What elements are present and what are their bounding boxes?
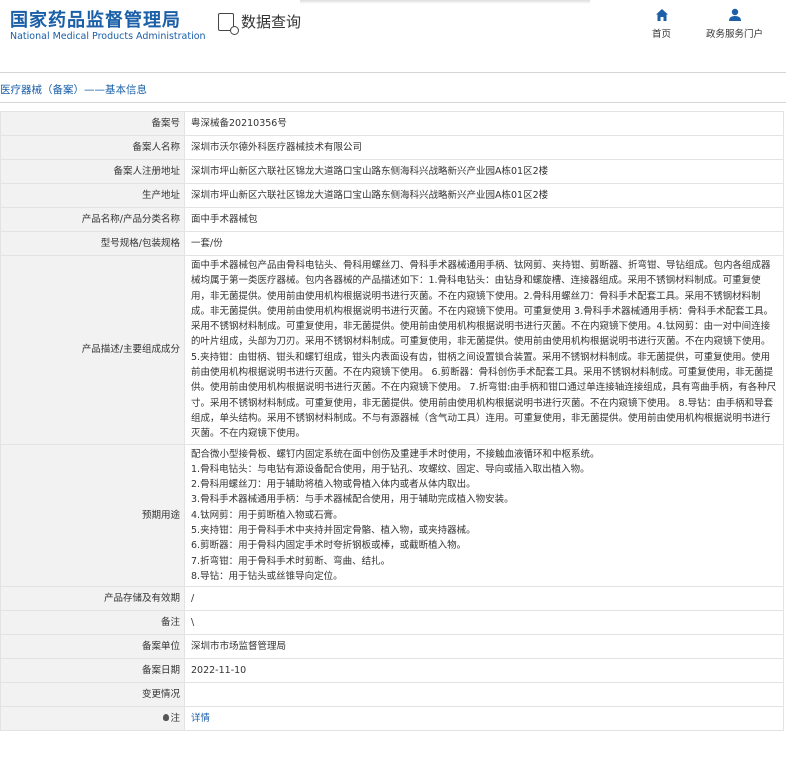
logo-subtitle: National Medical Products Administration (10, 31, 206, 42)
table-row: 变更情况 (0, 682, 784, 708)
table-row: 预期用途 配合微小型接骨板、螺钉内固定系统在面中创伤及重建手术时使用，不接触血液… (0, 443, 784, 588)
row-label: 产品名称/产品分类名称 (0, 207, 185, 232)
row-label: 备案号 (0, 111, 185, 136)
row-value: 2022-11-10 (184, 658, 784, 684)
data-query-title: 数据查询 (218, 11, 302, 35)
row-label: 备案人名称 (0, 135, 185, 160)
table-row: 备案人注册地址 深圳市坪山新区六联社区锦龙大道路口宝山路东侧海科兴战略新兴产业园… (0, 159, 784, 184)
nav-home-label: 首页 (652, 29, 672, 40)
intended-use-line: 5.夹持钳：用于骨科手术中夹持并固定骨骼、植入物，或夹持器械。 (191, 525, 476, 537)
intended-use-line: 4.钛网剪：用于剪断植入物或石膏。 (191, 509, 343, 521)
nav-portal-label: 政务服务门户 (706, 29, 764, 40)
record-detail-table: 备案号 粤深械备20210356号 备案人名称 深圳市沃尔德外科医疗器械技术有限… (0, 111, 784, 732)
row-label: 备案人注册地址 (0, 159, 185, 184)
breadcrumb: 医疗器械（备案）——基本信息 (0, 84, 147, 96)
intended-use-line: 8.导钻：用于钻头或丝锥导向定位。 (191, 570, 343, 582)
row-label: 产品描述/主要组成成分 (0, 255, 185, 445)
table-row: 备注 \ (0, 610, 784, 636)
lightbulb-icon (163, 714, 170, 722)
intended-use-line: 6.剪断器：用于骨科内固定手术时夸折钢板或棒，或截断植入物。 (191, 540, 467, 552)
search-document-icon (218, 12, 239, 35)
row-label: 备案日期 (0, 658, 185, 684)
table-row: 产品名称/产品分类名称 面中手术器械包 (0, 207, 784, 232)
row-value: 深圳市市场监督管理局 (184, 634, 784, 660)
table-row: 备案日期 2022-11-10 (0, 658, 784, 684)
row-value: / (184, 586, 784, 612)
intended-use-line: 1.骨科电钻头：与电钻有源设备配合使用，用于钻孔、攻螺纹、固定、导向或插入取出植… (191, 463, 590, 475)
row-label: 备案单位 (0, 634, 185, 660)
intended-use-line: 7.折弯钳：用于骨科手术时剪断、弯曲、结扎。 (191, 555, 391, 567)
row-value (184, 682, 784, 708)
row-label: 产品存储及有效期 (0, 586, 185, 612)
table-row: 型号规格/包装规格 一套/份 (0, 231, 784, 256)
row-value: 面中手术器械包产品由骨科电钻头、骨科用螺丝刀、骨科手术器械通用手柄、钛网剪、夹持… (184, 255, 784, 445)
site-header: 国家药品监督管理局 National Medical Products Admi… (0, 0, 786, 58)
user-icon (706, 8, 763, 26)
intended-use-line: 配合微小型接骨板、螺钉内固定系统在面中创伤及重建手术时使用，不接触血液循环和中枢… (191, 448, 600, 460)
row-value: 深圳市沃尔德外科医疗器械技术有限公司 (184, 135, 784, 160)
row-value: \ (184, 610, 784, 636)
intended-use-line: 2.骨科用螺丝刀：用于辅助将植入物或骨植入体内或者从体内取出。 (191, 479, 476, 491)
row-label: 备注 (0, 610, 185, 636)
table-row: 产品存储及有效期 / (0, 586, 784, 612)
row-value: 深圳市坪山新区六联社区锦龙大道路口宝山路东侧海科兴战略新兴产业园A栋01区2楼 (184, 183, 784, 208)
intended-use-value: 配合微小型接骨板、螺钉内固定系统在面中创伤及重建手术时使用，不接触血液循环和中枢… (184, 443, 784, 588)
logo-title[interactable]: 国家药品监督管理局 (10, 6, 181, 32)
nav-home[interactable]: 首页 (652, 8, 671, 40)
top-shadow (300, 0, 590, 4)
nav-portal[interactable]: 政务服务门户 (706, 8, 763, 40)
intended-use-line: 3.骨科手术器械通用手柄：与手术器械配合使用，用于辅助完成植入物安装。 (191, 494, 514, 506)
table-row: 产品描述/主要组成成分 面中手术器械包产品由骨科电钻头、骨科用螺丝刀、骨科手术器… (0, 255, 784, 445)
home-icon (652, 8, 671, 26)
table-row: 备案号 粤深械备20210356号 (0, 111, 784, 136)
row-value: 粤深械备20210356号 (184, 111, 784, 136)
note-label: 注 (0, 706, 185, 732)
row-label: 变更情况 (0, 682, 185, 708)
divider (0, 72, 786, 73)
row-value: 深圳市坪山新区六联社区锦龙大道路口宝山路东侧海科兴战略新兴产业园A栋01区2楼 (184, 159, 784, 184)
divider (0, 102, 786, 103)
row-label: 注 (170, 713, 180, 725)
table-row: 备案单位 深圳市市场监督管理局 (0, 634, 784, 660)
row-label: 生产地址 (0, 183, 185, 208)
details-link[interactable]: 详情 (191, 713, 210, 724)
row-value: 面中手术器械包 (184, 207, 784, 232)
row-value: 一套/份 (184, 231, 784, 256)
row-label: 型号规格/包装规格 (0, 231, 185, 256)
row-label: 预期用途 (0, 443, 185, 588)
data-query-label: 数据查询 (241, 13, 302, 31)
table-row: 生产地址 深圳市坪山新区六联社区锦龙大道路口宝山路东侧海科兴战略新兴产业园A栋0… (0, 183, 784, 208)
table-row: 注 详情 (0, 706, 784, 732)
table-row: 备案人名称 深圳市沃尔德外科医疗器械技术有限公司 (0, 135, 784, 160)
note-value: 详情 (184, 706, 784, 732)
